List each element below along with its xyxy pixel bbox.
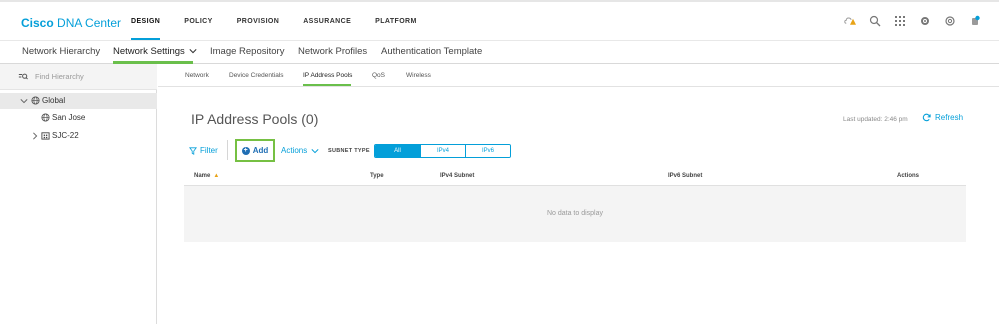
tab-wireless[interactable]: Wireless	[406, 72, 431, 79]
tab-active-indicator	[303, 84, 351, 86]
top-nav: DESIGN POLICY PROVISION ASSURANCE PLATFO…	[131, 18, 441, 40]
search-icon[interactable]	[869, 15, 881, 27]
subnav-network-profiles[interactable]: Network Profiles	[298, 46, 367, 57]
top-nav-provision[interactable]: PROVISION	[237, 18, 280, 40]
chevron-down-icon	[311, 148, 319, 153]
subnav-authentication-template[interactable]: Authentication Template	[381, 46, 482, 57]
refresh-icon	[922, 113, 931, 122]
refresh-button[interactable]: Refresh	[922, 113, 963, 122]
subnet-option-ipv4[interactable]: IPv4	[420, 145, 465, 157]
subnet-option-all[interactable]: All	[375, 145, 420, 157]
top-navigation-bar: Cisco DNA Center DESIGN POLICY PROVISION…	[0, 0, 999, 41]
column-name-label: Name	[194, 173, 211, 179]
search-filter-icon	[18, 73, 28, 80]
subnet-type-label: SUBNET TYPE	[328, 148, 370, 154]
area-icon	[41, 113, 50, 122]
last-updated: Last updated: 2:46 pm	[843, 116, 908, 123]
subnet-option-ipv6[interactable]: IPv6	[465, 145, 510, 157]
secondary-nav: Network Hierarchy Network Settings Image…	[0, 41, 999, 64]
help-icon[interactable]	[944, 15, 956, 27]
tree-item-label: SJC-22	[52, 131, 79, 140]
app-logo[interactable]: Cisco DNA Center	[21, 16, 121, 30]
subnet-type-selector: All IPv4 IPv6	[374, 144, 511, 158]
hierarchy-sidebar: Find Hierarchy Global San Jose SJC-22	[0, 64, 157, 324]
column-header-ipv6-subnet[interactable]: IPv6 Subnet	[668, 173, 702, 179]
chevron-down-icon	[189, 49, 198, 54]
top-icons	[844, 15, 981, 27]
top-nav-assurance[interactable]: ASSURANCE	[303, 18, 351, 40]
tab-network[interactable]: Network	[185, 72, 209, 79]
add-pool-button[interactable]: + Add	[235, 139, 275, 162]
add-label: Add	[252, 146, 269, 155]
subnav-network-settings-label: Network Settings	[113, 46, 185, 57]
hierarchy-search[interactable]: Find Hierarchy	[0, 64, 157, 90]
toolbar-divider	[227, 140, 228, 160]
tab-qos[interactable]: QoS	[372, 72, 385, 79]
subnav-network-settings[interactable]: Network Settings	[113, 46, 198, 57]
alert-icon[interactable]	[844, 15, 856, 27]
building-icon	[41, 132, 50, 140]
top-nav-design[interactable]: DESIGN	[131, 18, 160, 40]
filter-button[interactable]: Filter	[189, 146, 218, 155]
plus-icon: +	[241, 146, 250, 155]
settings-tabs: Network Device Credentials IP Address Po…	[158, 64, 999, 87]
filter-icon	[189, 146, 197, 155]
subnav-network-hierarchy[interactable]: Network Hierarchy	[22, 46, 100, 57]
column-header-type[interactable]: Type	[370, 173, 384, 179]
tree-item-label: San Jose	[52, 113, 86, 122]
tree-item-label: Global	[42, 96, 66, 105]
tab-ip-address-pools[interactable]: IP Address Pools	[303, 72, 352, 79]
pools-table-body: No data to display	[184, 186, 966, 242]
refresh-label: Refresh	[935, 113, 964, 122]
notifications-icon[interactable]	[969, 15, 981, 27]
tree-item-sjc-22[interactable]: SJC-22	[0, 128, 157, 144]
sort-ascending-icon: ▲	[213, 173, 220, 179]
page-title: IP Address Pools (0)	[191, 111, 319, 127]
chevron-right-icon[interactable]	[31, 132, 39, 140]
top-nav-platform[interactable]: PLATFORM	[375, 18, 417, 40]
column-header-actions: Actions	[897, 173, 920, 179]
apps-grid-icon[interactable]	[894, 15, 906, 27]
actions-dropdown[interactable]: Actions	[281, 146, 319, 155]
pools-table-header: Name ▲ Type IPv4 Subnet IPv6 Subnet Actio…	[184, 168, 966, 186]
filter-label: Filter	[200, 146, 218, 155]
subnav-image-repository[interactable]: Image Repository	[210, 46, 284, 57]
hierarchy-search-placeholder: Find Hierarchy	[35, 72, 84, 81]
column-header-name[interactable]: Name ▲	[194, 173, 219, 179]
chevron-down-icon[interactable]	[20, 97, 28, 105]
top-nav-policy[interactable]: POLICY	[184, 18, 212, 40]
actions-label: Actions	[281, 146, 308, 155]
tree-item-san-jose[interactable]: San Jose	[0, 110, 157, 126]
column-header-ipv4-subnet[interactable]: IPv4 Subnet	[440, 173, 474, 179]
globe-icon	[31, 96, 40, 105]
empty-state-message: No data to display	[546, 210, 604, 217]
tab-device-credentials[interactable]: Device Credentials	[229, 72, 284, 79]
tree-item-global[interactable]: Global	[0, 93, 157, 109]
settings-icon[interactable]	[919, 15, 931, 27]
